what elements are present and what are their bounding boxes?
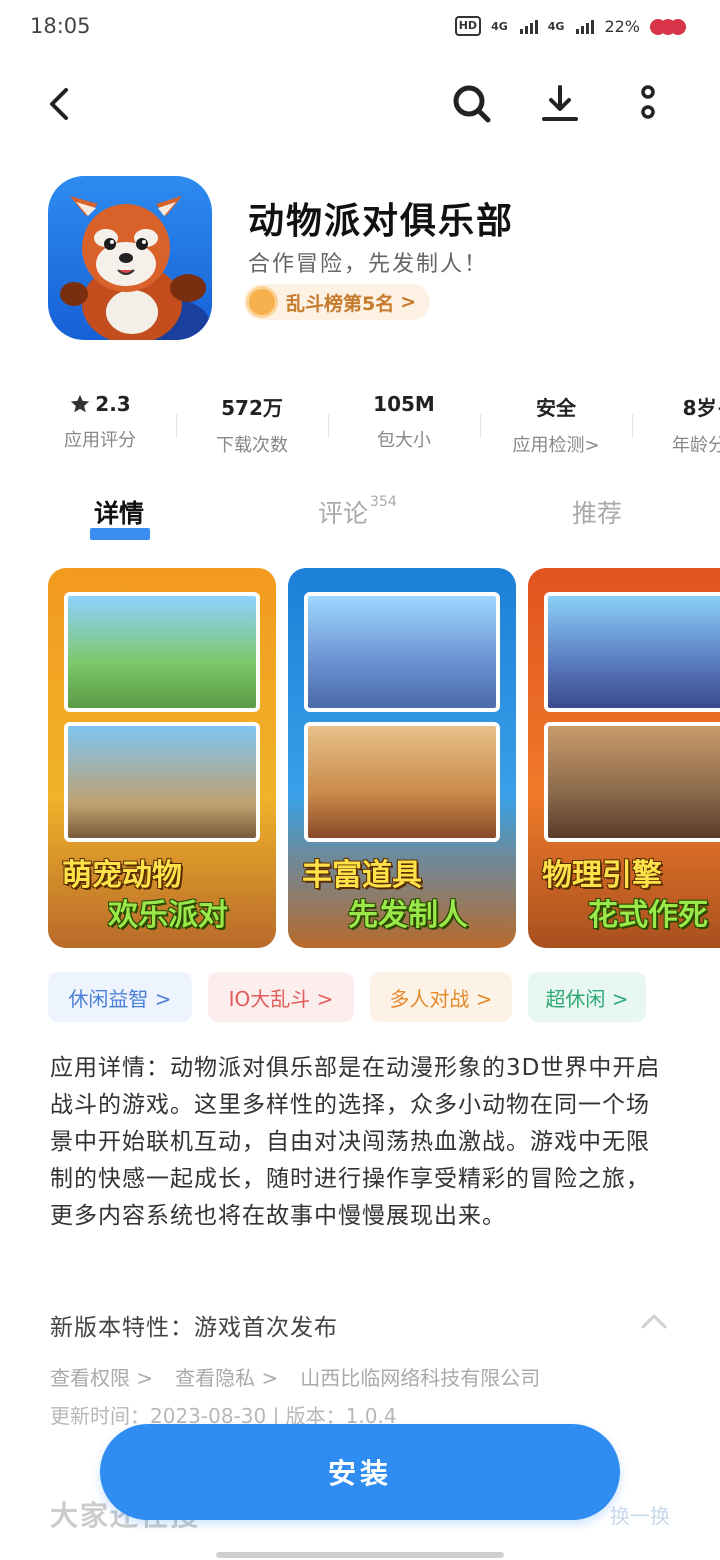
screenshot-caption: 花式作死 [588,898,708,933]
home-indicator[interactable] [216,1552,504,1558]
screenshot-scene [544,592,720,712]
app-description: 应用详情：动物派对俱乐部是在动漫形象的3D世界中开启战斗的游戏。这里多样性的选择… [50,1055,661,1229]
screenshot-caption: 先发制人 [348,898,468,933]
stat-value: 8岁+ [682,396,720,420]
meta-links: 查看权限 > 查看隐私 > 山西比临网络科技有限公司 [50,1362,540,1391]
tab-reviews[interactable]: 评论 354 [318,494,397,530]
rank-label: 乱斗榜第5名 [286,292,395,315]
tab-label: 评论 [318,499,369,528]
stat-rating: 2.3 应用评分 [25,392,175,452]
stat-label: 应用检测> [512,435,600,456]
screenshot-scene [64,592,260,712]
screenshot-3[interactable]: 物理引擎 花式作死 [528,568,720,948]
stat-label: 应用评分 [64,430,136,451]
screenshot-scene [304,592,500,712]
stat-size: 105M 包大小 [329,392,479,452]
battery-level: 22% [604,16,640,36]
network-label-2: 4G [547,19,565,33]
stat-value: 2.3 [95,392,131,416]
tag-hyper-casual[interactable]: 超休闲 > [528,972,646,1022]
signal-icon [519,18,538,34]
app-title: 动物派对俱乐部 [248,201,515,242]
tab-details[interactable]: 详情 [94,494,144,530]
stat-label: 包大小 [377,430,431,451]
tag-casual-puzzle[interactable]: 休闲益智 > [48,972,192,1022]
new-version-features: 新版本特性：游戏首次发布 [50,1315,338,1341]
screenshot-scene [544,722,720,842]
view-privacy-link[interactable]: 查看隐私 > [175,1362,278,1391]
status-bar: 18:05 HD 4G 4G 22% [0,0,720,56]
developer-name: 山西比临网络科技有限公司 [300,1366,541,1390]
screenshot-2[interactable]: 丰富道具 先发制人 [288,568,516,948]
stat-value: 572万 [221,396,283,420]
network-label-1: 4G [491,19,508,33]
signal-icon [576,18,595,34]
stat-label: 年龄分级 [672,435,720,456]
status-indicators: HD 4G 4G 22% [454,16,686,36]
install-button[interactable]: 安装 [100,1424,620,1520]
rank-badge[interactable]: 乱斗榜第5名 > [244,284,431,320]
search-icon[interactable] [450,82,494,126]
app-icon [48,176,212,340]
tag-multiplayer[interactable]: 多人对战 > [370,972,512,1022]
screenshot-1[interactable]: 萌宠动物 欢乐派对 [48,568,276,948]
screenshot-scene [64,722,260,842]
view-permissions-link[interactable]: 查看权限 > [50,1362,153,1391]
tab-indicator [90,528,150,540]
battery-icon [650,17,686,35]
more-vertical-icon[interactable] [626,82,670,126]
stat-value: 安全 [536,396,576,420]
star-icon [71,394,90,413]
tab-recommend[interactable]: 推荐 [572,494,622,530]
hd-icon: HD [454,16,482,36]
medal-icon [246,286,278,318]
stat-label: 下载次数 [216,435,288,456]
chevron-up-icon[interactable] [640,1312,668,1334]
refresh-link[interactable]: 换一换 [610,1500,670,1529]
screenshot-caption: 欢乐派对 [108,898,228,933]
stat-age: 8岁+ 年龄分级 [633,392,720,457]
status-time: 18:05 [30,14,91,38]
detail-tabs: 详情 评论 354 推荐 [0,490,720,550]
top-nav [0,70,720,140]
app-stats: 2.3 应用评分 572万 下载次数 105M 包大小 安全 应用检测> 8岁+… [0,392,720,472]
screenshot-caption: 萌宠动物 [62,858,182,893]
screenshot-caption: 丰富道具 [302,858,422,893]
chevron-right-icon: > [400,291,417,313]
app-subtitle: 合作冒险，先发制人！ [248,252,489,277]
review-count: 354 [370,494,397,510]
tag-io-brawl[interactable]: IO大乱斗 > [208,972,354,1022]
back-arrow-icon[interactable] [38,82,82,126]
screenshot-carousel[interactable]: 萌宠动物 欢乐派对 丰富道具 先发制人 物理引擎 花式作死 [48,568,720,948]
screenshot-caption: 物理引擎 [542,858,662,893]
stat-downloads: 572万 下载次数 [177,392,327,457]
stat-safety[interactable]: 安全 应用检测> [481,392,631,457]
stat-value: 105M [373,392,435,416]
screenshot-scene [304,722,500,842]
download-icon[interactable] [538,82,582,126]
